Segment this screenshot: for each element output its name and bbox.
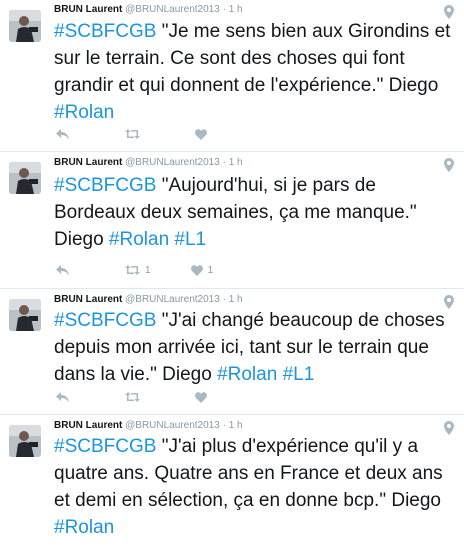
retweet-icon	[125, 392, 140, 402]
retweet-icon	[125, 265, 140, 275]
separator: ·	[222, 157, 226, 168]
author-handle[interactable]: @BRUNLaurent2013	[125, 4, 220, 15]
tweet-text: #SCBFCGB "J'ai changé beaucoup de choses…	[54, 307, 459, 388]
tweet-header: BRUN Laurent @BRUNLaurent2013 · 1 h	[54, 156, 243, 170]
author-name[interactable]: BRUN Laurent	[54, 157, 122, 168]
retweet-icon	[125, 129, 140, 139]
avatar[interactable]	[9, 299, 41, 331]
author-handle[interactable]: @BRUNLaurent2013	[125, 294, 220, 305]
avatar[interactable]	[9, 10, 41, 42]
like-button[interactable]	[195, 391, 212, 403]
author-name[interactable]: BRUN Laurent	[54, 4, 122, 15]
timestamp[interactable]: 1 h	[229, 294, 243, 305]
timestamp[interactable]: 1 h	[229, 157, 243, 168]
avatar[interactable]	[9, 162, 41, 194]
reply-icon	[56, 128, 69, 140]
hashtag-link[interactable]: #Rolan	[54, 102, 114, 123]
tweet-text: #SCBFCGB "Je me sens bien aux Girondins …	[54, 18, 459, 126]
location-pin-icon[interactable]	[444, 5, 454, 19]
tweet-header: BRUN Laurent @BRUNLaurent2013 · 1 h	[54, 419, 243, 433]
like-button[interactable]: 1	[190, 264, 214, 276]
tweet-feed: BRUN Laurent @BRUNLaurent2013 · 1 h #SCB…	[0, 0, 464, 550]
tweet-text: #SCBFCGB "Aujourd'hui, si je pars de Bor…	[54, 172, 459, 253]
retweet-count: 1	[145, 264, 151, 276]
hashtag-link[interactable]: #SCBFCGB	[54, 21, 156, 42]
retweet-button[interactable]	[125, 129, 145, 139]
timestamp[interactable]: 1 h	[229, 4, 243, 15]
hashtag-link[interactable]: #SCBFCGB	[54, 175, 156, 196]
tweet-actions	[56, 127, 242, 141]
hashtag-link[interactable]: #Rolan	[217, 364, 277, 385]
separator: ·	[222, 420, 226, 431]
retweet-button[interactable]	[125, 392, 145, 402]
hashtag-link[interactable]: #Rolan	[109, 229, 169, 250]
location-pin-icon[interactable]	[444, 158, 454, 172]
tweet-header: BRUN Laurent @BRUNLaurent2013 · 1 h	[54, 3, 243, 17]
separator: ·	[222, 4, 226, 15]
reply-icon	[56, 391, 69, 403]
tweet-header: BRUN Laurent @BRUNLaurent2013 · 1 h	[54, 293, 243, 307]
author-name[interactable]: BRUN Laurent	[54, 294, 122, 305]
hashtag-link[interactable]: #SCBFCGB	[54, 436, 156, 457]
tweet-item[interactable]: BRUN Laurent @BRUNLaurent2013 · 1 h #SCB…	[0, 415, 464, 550]
heart-icon	[190, 264, 203, 276]
hashtag-link[interactable]: #L1	[283, 364, 315, 385]
reply-button[interactable]	[56, 264, 69, 276]
tweet-actions	[56, 390, 242, 404]
hashtag-link[interactable]: #SCBFCGB	[54, 310, 156, 331]
reply-icon	[56, 264, 69, 276]
reply-button[interactable]	[56, 128, 69, 140]
retweet-button[interactable]: 1	[125, 265, 151, 276]
hashtag-link[interactable]: #Rolan	[54, 517, 114, 538]
timestamp[interactable]: 1 h	[229, 420, 243, 431]
tweet-item[interactable]: BRUN Laurent @BRUNLaurent2013 · 1 h #SCB…	[0, 0, 464, 152]
author-handle[interactable]: @BRUNLaurent2013	[125, 157, 220, 168]
like-count: 1	[207, 264, 214, 276]
hashtag-link[interactable]: #L1	[174, 229, 206, 250]
heart-icon	[195, 128, 207, 140]
tweet-actions: 1 1	[56, 263, 243, 277]
heart-icon	[195, 391, 207, 403]
separator: ·	[222, 294, 226, 305]
tweet-text: #SCBFCGB "J'ai plus d'expérience qu'il y…	[54, 433, 459, 541]
avatar[interactable]	[9, 425, 41, 457]
like-button[interactable]	[195, 128, 212, 140]
tweet-item[interactable]: BRUN Laurent @BRUNLaurent2013 · 1 h #SCB…	[0, 289, 464, 415]
author-handle[interactable]: @BRUNLaurent2013	[125, 420, 220, 431]
reply-button[interactable]	[56, 391, 69, 403]
author-name[interactable]: BRUN Laurent	[54, 420, 122, 431]
tweet-item[interactable]: BRUN Laurent @BRUNLaurent2013 · 1 h #SCB…	[0, 152, 464, 289]
